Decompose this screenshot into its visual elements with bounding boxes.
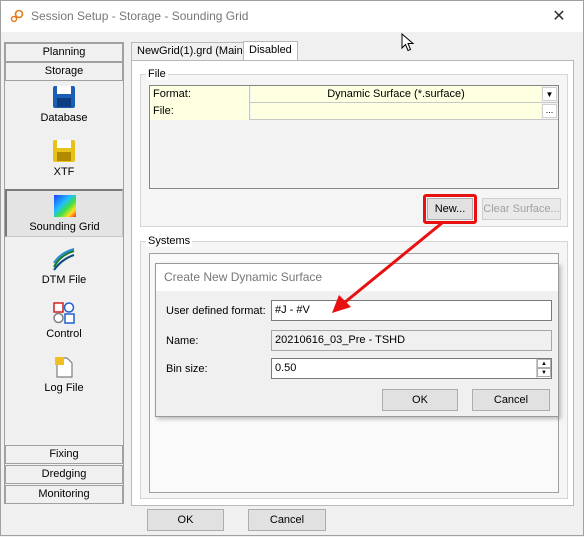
ok-button[interactable]: OK: [147, 509, 224, 531]
dialog-ok-button[interactable]: OK: [382, 389, 458, 411]
control-shapes-icon: [53, 302, 75, 324]
sidebar: Planning Storage Database XTF Sounding G…: [4, 42, 124, 504]
format-select[interactable]: Dynamic Surface (*.surface): [251, 86, 541, 102]
app-gear-icon: [10, 9, 24, 23]
sidebar-item-database[interactable]: Database: [5, 85, 123, 129]
sidebar-header-storage[interactable]: Storage: [5, 62, 123, 81]
bin-size-label: Bin size:: [166, 363, 208, 375]
sidebar-item-dtm-file[interactable]: DTM File: [5, 247, 123, 291]
systems-group-label: Systems: [146, 235, 193, 247]
window-title: Session Setup - Storage - Sounding Grid: [31, 9, 249, 23]
session-setup-window: Session Setup - Storage - Sounding Grid …: [0, 0, 584, 536]
sidebar-item-label: Database: [40, 112, 88, 124]
spinner: ▲ ▼: [536, 359, 551, 378]
sidebar-item-control[interactable]: Control: [5, 301, 123, 345]
sidebar-item-label: Log File: [44, 382, 84, 394]
bin-size-stepper[interactable]: 0.50 ▲ ▼: [271, 358, 552, 379]
title-bar: Session Setup - Storage - Sounding Grid …: [1, 1, 583, 32]
create-surface-dialog: Create New Dynamic Surface User defined …: [155, 263, 559, 417]
annotation-highlight-box: [423, 194, 477, 224]
sidebar-item-xtf[interactable]: XTF: [5, 139, 123, 183]
sidebar-item-label: DTM File: [41, 274, 87, 286]
file-group-label: File: [146, 68, 168, 80]
user-format-input[interactable]: #J - #V: [271, 300, 552, 321]
file-property-grid: Format: Dynamic Surface (*.surface) ▼ Fi…: [149, 85, 559, 189]
sidebar-header-dredging[interactable]: Dredging: [5, 465, 123, 484]
floppy-disk-icon: [53, 86, 75, 108]
spin-down-icon[interactable]: ▼: [537, 368, 551, 377]
sidebar-item-label: XTF: [53, 166, 75, 178]
bin-size-value: 0.50: [275, 362, 297, 374]
name-field: 20210616_03_Pre - TSHD: [271, 330, 552, 351]
spin-up-icon[interactable]: ▲: [537, 359, 551, 368]
tab-disabled[interactable]: Disabled: [243, 41, 298, 62]
close-icon[interactable]: ✕: [549, 6, 569, 26]
sidebar-item-log-file[interactable]: Log File: [5, 355, 123, 399]
chevron-down-icon[interactable]: ▼: [542, 87, 557, 101]
format-row: Format: Dynamic Surface (*.surface) ▼: [150, 86, 558, 103]
sidebar-item-label: Control: [46, 328, 82, 340]
floppy-disk-yellow-icon: [53, 140, 75, 162]
clear-surface-button[interactable]: Clear Surface...: [482, 198, 561, 220]
tab-newgrid-main[interactable]: NewGrid(1).grd (Main): [131, 42, 253, 61]
mouse-cursor-icon: [401, 33, 415, 52]
sidebar-header-fixing[interactable]: Fixing: [5, 445, 123, 464]
dialog-cancel-button[interactable]: Cancel: [472, 389, 550, 411]
user-format-label: User defined format:: [166, 305, 266, 317]
name-label: Name:: [166, 335, 199, 347]
sidebar-item-label: Sounding Grid: [29, 221, 100, 233]
cancel-button[interactable]: Cancel: [248, 509, 326, 531]
format-label: Format:: [150, 86, 250, 103]
file-row: File: ...: [150, 103, 558, 120]
sidebar-item-sounding-grid[interactable]: Sounding Grid: [5, 189, 123, 237]
file-label: File:: [150, 103, 250, 120]
dtm-file-icon: [53, 248, 75, 271]
sidebar-header-monitoring[interactable]: Monitoring: [5, 485, 123, 504]
file-value[interactable]: [251, 103, 541, 119]
dialog-title: Create New Dynamic Surface: [156, 264, 558, 291]
sounding-grid-icon: [53, 195, 76, 217]
log-file-icon: [55, 357, 73, 378]
browse-button[interactable]: ...: [542, 104, 557, 118]
sidebar-header-planning[interactable]: Planning: [5, 43, 123, 62]
